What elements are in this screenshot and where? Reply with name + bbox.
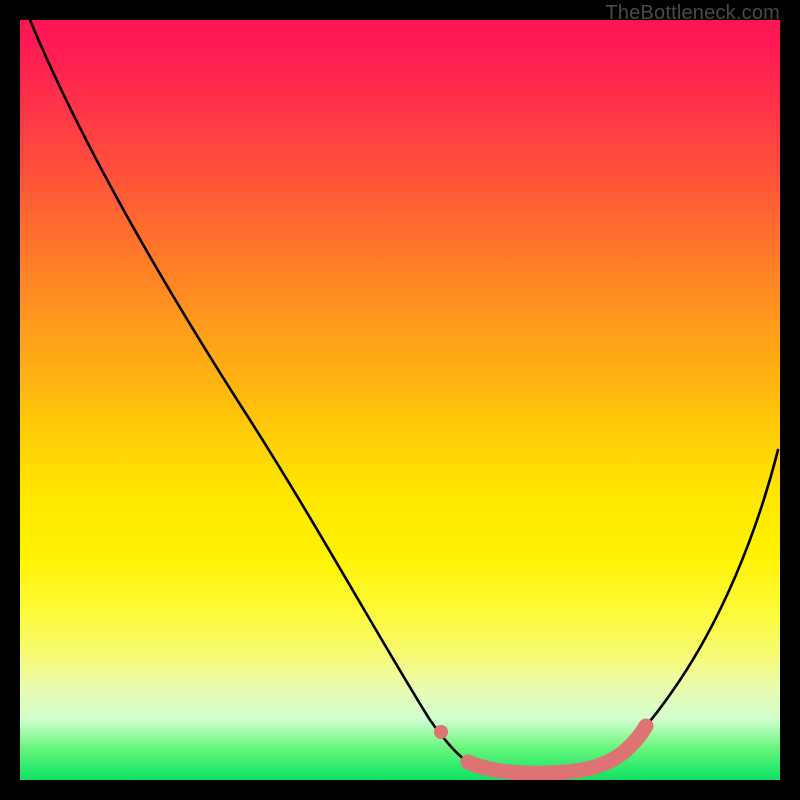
curve-line: [30, 20, 778, 770]
plot-area: [20, 20, 780, 780]
chart-svg: [20, 20, 780, 780]
highlight-segment: [468, 726, 646, 773]
highlight-dot-icon: [434, 725, 448, 739]
chart-container: TheBottleneck.com: [0, 0, 800, 800]
